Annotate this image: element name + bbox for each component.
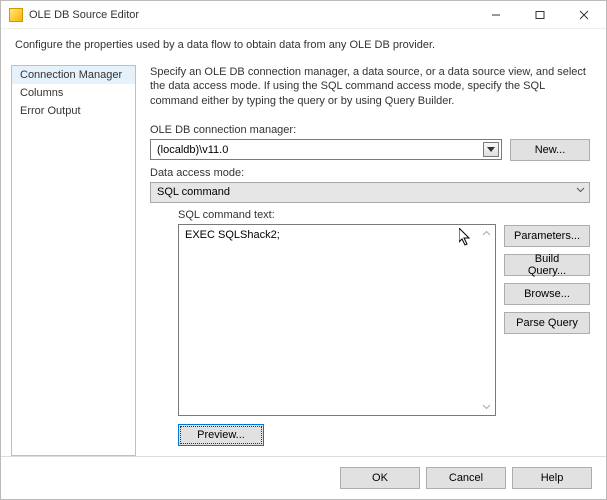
source-editor-window: OLE DB Source Editor Configure the prope… <box>0 0 607 500</box>
sql-text-label: SQL command text: <box>150 209 496 221</box>
parameters-button[interactable]: Parameters... <box>504 225 590 247</box>
scroll-up-icon[interactable] <box>479 226 494 241</box>
new-button[interactable]: New... <box>510 139 590 161</box>
window-controls <box>474 1 606 29</box>
sql-left: SQL command text: <box>150 209 496 416</box>
data-access-mode-value: SQL command <box>157 186 230 198</box>
data-access-mode-combo[interactable]: SQL command <box>150 182 590 203</box>
description-text: Configure the properties used by a data … <box>1 29 606 55</box>
sql-command-textarea[interactable] <box>179 225 495 415</box>
hint-text: Specify an OLE DB connection manager, a … <box>150 65 590 108</box>
browse-button[interactable]: Browse... <box>504 283 590 305</box>
sidebar-item-columns[interactable]: Columns <box>12 84 135 102</box>
close-button[interactable] <box>562 1 606 29</box>
window-title: OLE DB Source Editor <box>29 9 474 21</box>
side-buttons: Parameters... Build Query... Browse... P… <box>504 209 590 416</box>
sidebar-item-error-output[interactable]: Error Output <box>12 102 135 120</box>
content-panel: Specify an OLE DB connection manager, a … <box>136 65 596 456</box>
maximize-button[interactable] <box>518 1 562 29</box>
ok-button[interactable]: OK <box>340 467 420 489</box>
conn-manager-combo[interactable]: (localdb)\v11.0 <box>150 139 502 160</box>
sidebar: Connection Manager Columns Error Output <box>11 65 136 456</box>
scroll-down-icon[interactable] <box>479 399 494 414</box>
preview-row: Preview... <box>150 416 590 456</box>
build-query-button[interactable]: Build Query... <box>504 254 590 276</box>
sql-area: SQL command text: Parameters... Build Qu… <box>150 209 590 416</box>
conn-label: OLE DB connection manager: <box>150 124 590 136</box>
titlebar: OLE DB Source Editor <box>1 1 606 29</box>
app-icon <box>9 8 23 22</box>
cancel-button[interactable]: Cancel <box>426 467 506 489</box>
minimize-button[interactable] <box>474 1 518 29</box>
conn-manager-value: (localdb)\v11.0 <box>157 144 228 156</box>
preview-button[interactable]: Preview... <box>178 424 264 446</box>
sql-text-wrap <box>178 224 496 416</box>
help-button[interactable]: Help <box>512 467 592 489</box>
sidebar-item-connection-manager[interactable]: Connection Manager <box>12 66 135 84</box>
chevron-down-icon[interactable] <box>483 142 499 157</box>
main-area: Connection Manager Columns Error Output … <box>1 55 606 456</box>
mode-label: Data access mode: <box>150 167 590 179</box>
footer: OK Cancel Help <box>1 456 606 499</box>
chevron-down-icon[interactable] <box>576 187 585 193</box>
parse-query-button[interactable]: Parse Query <box>504 312 590 334</box>
